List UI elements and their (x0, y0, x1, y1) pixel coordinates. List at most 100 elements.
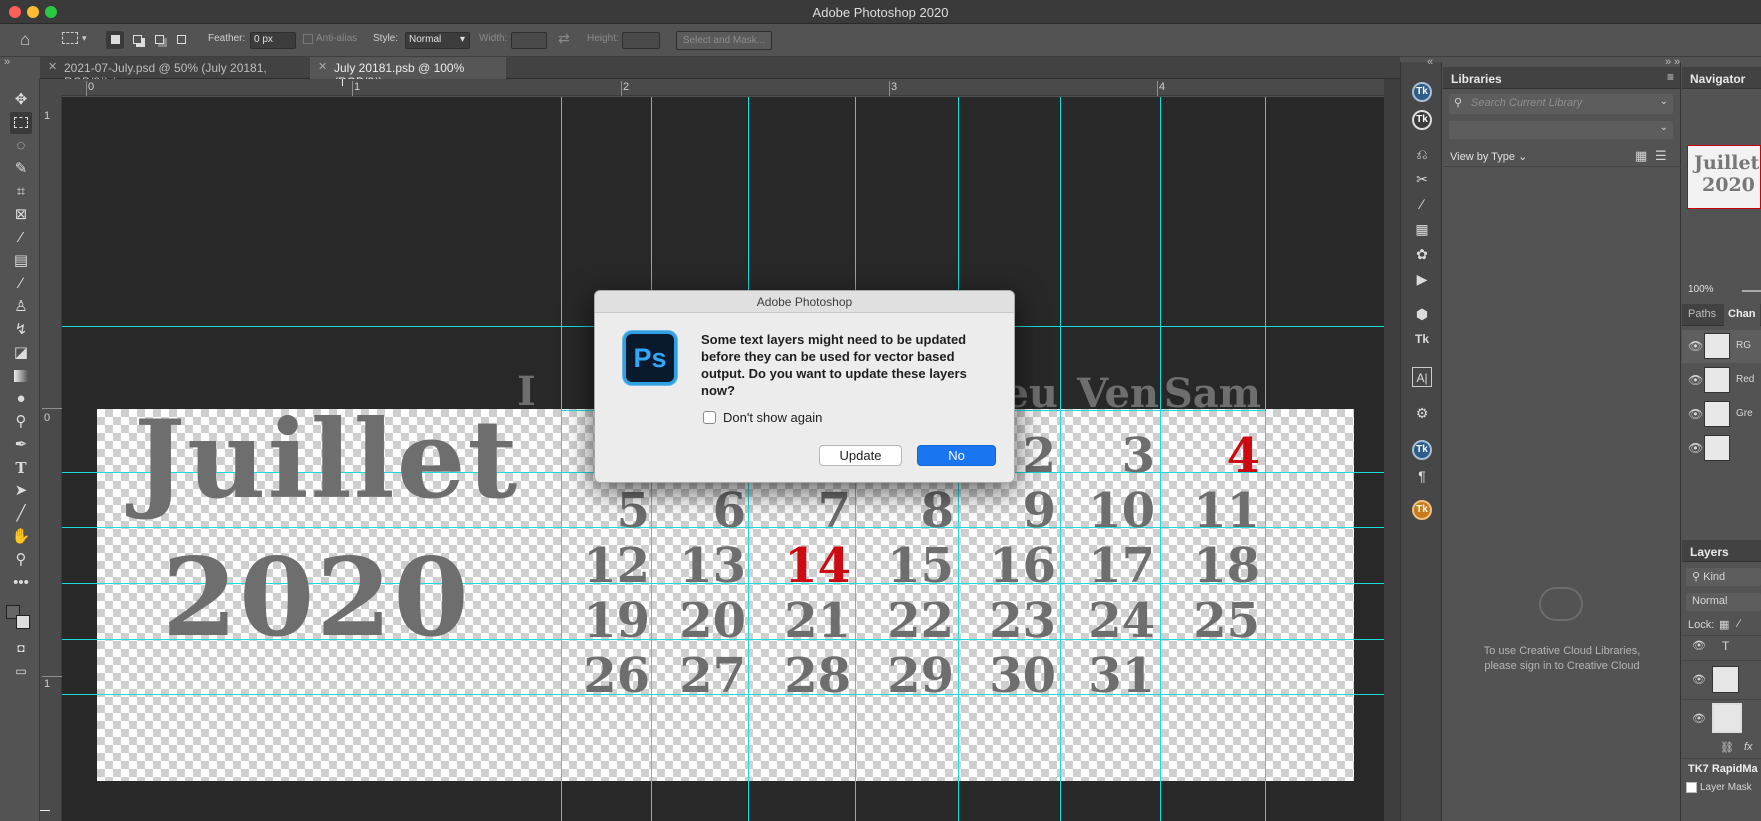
channel-row[interactable]: 👁 (1682, 432, 1761, 465)
library-search-input[interactable]: ⚲ Search Current Library ⌄ (1449, 94, 1673, 114)
collapse-toolbar-icon[interactable]: » (4, 56, 10, 68)
vertical-guide[interactable] (561, 97, 562, 821)
healing-brush-tool-icon[interactable]: ▤ (10, 250, 32, 272)
screen-mode-icon[interactable]: ▭ (10, 660, 32, 682)
character-panel-icon[interactable]: A| (1412, 367, 1432, 387)
brush-tool-icon[interactable]: ∕ (10, 273, 32, 295)
update-button[interactable]: Update (819, 445, 902, 466)
grid-view-icon[interactable]: ▦ (1635, 148, 1647, 164)
list-view-icon[interactable]: ☰ (1655, 148, 1667, 164)
feather-input[interactable]: 0 px (250, 32, 296, 49)
paragraph-icon[interactable]: ¶ (1412, 466, 1432, 486)
tab-layers[interactable]: Layers (1682, 543, 1737, 561)
tk-panel-icon[interactable]: Tk (1412, 440, 1432, 460)
marquee-tool-icon[interactable] (62, 32, 78, 44)
tools-cross-icon[interactable]: ✂ (1412, 169, 1432, 189)
layer-mask-checkbox[interactable] (1686, 782, 1697, 793)
quick-mask-icon[interactable]: ◘ (10, 637, 32, 659)
anti-alias-checkbox[interactable] (303, 34, 313, 44)
path-selection-tool-icon[interactable]: ➤ (10, 480, 32, 502)
subtract-selection-button[interactable] (150, 31, 168, 49)
more-tools-icon[interactable]: ••• (10, 572, 32, 594)
lasso-tool-icon[interactable]: ◌ (10, 135, 32, 157)
clone-stamp-tool-icon[interactable]: ♙ (10, 296, 32, 318)
tk-panel-icon[interactable]: Tk (1412, 82, 1432, 102)
dont-show-again-label[interactable]: Don't show again (723, 410, 822, 425)
close-tab-icon[interactable]: ✕ (318, 60, 327, 73)
new-selection-button[interactable] (106, 31, 124, 49)
line-tool-icon[interactable]: ╱ (10, 503, 32, 525)
chevron-down-icon[interactable]: ▾ (82, 33, 87, 44)
crop-tool-icon[interactable]: ⌗ (10, 181, 32, 203)
brush-settings-icon[interactable]: ∕ (1412, 194, 1432, 214)
move-tool-icon[interactable]: ✥ (10, 89, 32, 111)
hand-tool-icon[interactable]: ✋ (10, 526, 32, 548)
play-actions-icon[interactable]: ▶ (1412, 269, 1432, 289)
view-by-type-dropdown[interactable]: View by Type ⌄ (1450, 150, 1527, 163)
vertical-ruler[interactable]: 1 0 1 (40, 96, 62, 821)
lock-transparency-icon[interactable]: ▦ (1719, 618, 1729, 631)
channel-row[interactable]: 👁 RG (1682, 330, 1761, 363)
tk-panel-icon[interactable]: Tk (1412, 500, 1432, 520)
horizontal-ruler[interactable]: 0 1 2 3 4 (62, 79, 1384, 96)
layer-row[interactable]: 👁 (1682, 660, 1761, 698)
layer-filter-kind[interactable]: ⚲ Kind (1686, 568, 1761, 586)
tab-libraries[interactable]: Libraries (1443, 70, 1510, 88)
dodge-tool-icon[interactable]: ⚲ (10, 411, 32, 433)
panel-menu-icon[interactable]: ≡ (1667, 70, 1674, 84)
eye-icon[interactable]: 👁 (1688, 373, 1703, 387)
color-wheel-icon[interactable]: ✿ (1412, 244, 1432, 264)
3d-icon[interactable]: ⬢ (1412, 304, 1432, 324)
close-tab-icon[interactable]: ✕ (48, 60, 57, 73)
eyedropper-tool-icon[interactable]: ⁄ (10, 227, 32, 249)
channel-row[interactable]: 👁 Red (1682, 364, 1761, 397)
dont-show-again-checkbox[interactable] (703, 411, 716, 424)
navigator-preview[interactable]: Juillet 2020 (1687, 145, 1761, 209)
layer-effects-icon[interactable]: fx (1744, 741, 1753, 753)
rectangular-marquee-tool-icon[interactable] (10, 112, 32, 134)
tab-document-2[interactable]: ✕July 20181.psb @ 100% (RGB/8*) (310, 57, 506, 89)
eye-icon[interactable]: 👁 (1688, 441, 1703, 455)
select-and-mask-button[interactable]: Select and Mask... (676, 31, 772, 50)
tk-panel-icon[interactable]: Tk (1412, 110, 1432, 130)
tab-channels[interactable]: Chan (1724, 304, 1760, 326)
type-tool-icon[interactable]: T (10, 457, 32, 479)
intersect-selection-button[interactable] (172, 31, 190, 49)
swap-icon[interactable]: ⇄ (558, 30, 570, 47)
eraser-tool-icon[interactable]: ◪ (10, 342, 32, 364)
channel-row[interactable]: 👁 Gre (1682, 398, 1761, 431)
tab-paths[interactable]: Paths (1688, 308, 1716, 320)
collapse-panels-icon[interactable]: « (1427, 56, 1433, 68)
adjustments-icon[interactable]: ⚙ (1412, 403, 1432, 423)
library-select[interactable]: ⌄ (1449, 121, 1673, 139)
link-layers-icon[interactable]: ⛓ (1720, 741, 1734, 754)
eye-icon[interactable]: 👁 (1692, 639, 1706, 652)
vertical-guide[interactable] (1265, 97, 1266, 821)
add-selection-button[interactable] (128, 31, 146, 49)
eye-icon[interactable]: 👁 (1688, 339, 1703, 353)
layer-row[interactable]: 👁 T (1682, 635, 1761, 659)
no-button[interactable]: No (917, 445, 996, 466)
tk-infinity-icon[interactable]: Tk (1412, 329, 1432, 349)
width-input[interactable] (511, 32, 547, 49)
blend-mode-select[interactable]: Normal (1686, 593, 1761, 611)
height-input[interactable] (622, 32, 660, 49)
background-color-swatch[interactable] (16, 615, 30, 629)
gradient-tool-icon[interactable] (10, 365, 32, 387)
quick-selection-tool-icon[interactable]: ✎ (10, 158, 32, 180)
pen-tool-icon[interactable]: ✒ (10, 434, 32, 456)
navigator-zoom[interactable]: 100% (1688, 284, 1714, 295)
lock-brush-icon[interactable]: ∕ (1738, 618, 1740, 630)
history-brush-tool-icon[interactable]: ↯ (10, 319, 32, 341)
layer-row[interactable]: 👁 (1682, 699, 1761, 737)
tab-navigator[interactable]: Navigator (1682, 70, 1753, 88)
eye-icon[interactable]: 👁 (1692, 673, 1706, 686)
style-select[interactable]: Normal ▾ (405, 32, 470, 49)
tab-document-1[interactable]: ✕2021-07-July.psd @ 50% (July 20181, RGB… (40, 57, 310, 89)
canvas-scrollbar[interactable] (1384, 79, 1400, 821)
zoom-slider[interactable] (1742, 290, 1761, 292)
collapse-panels-icon[interactable]: » (1674, 56, 1680, 68)
blur-tool-icon[interactable]: ● (10, 388, 32, 410)
eye-icon[interactable]: 👁 (1692, 712, 1706, 725)
zoom-tool-icon[interactable]: ⚲ (10, 549, 32, 571)
